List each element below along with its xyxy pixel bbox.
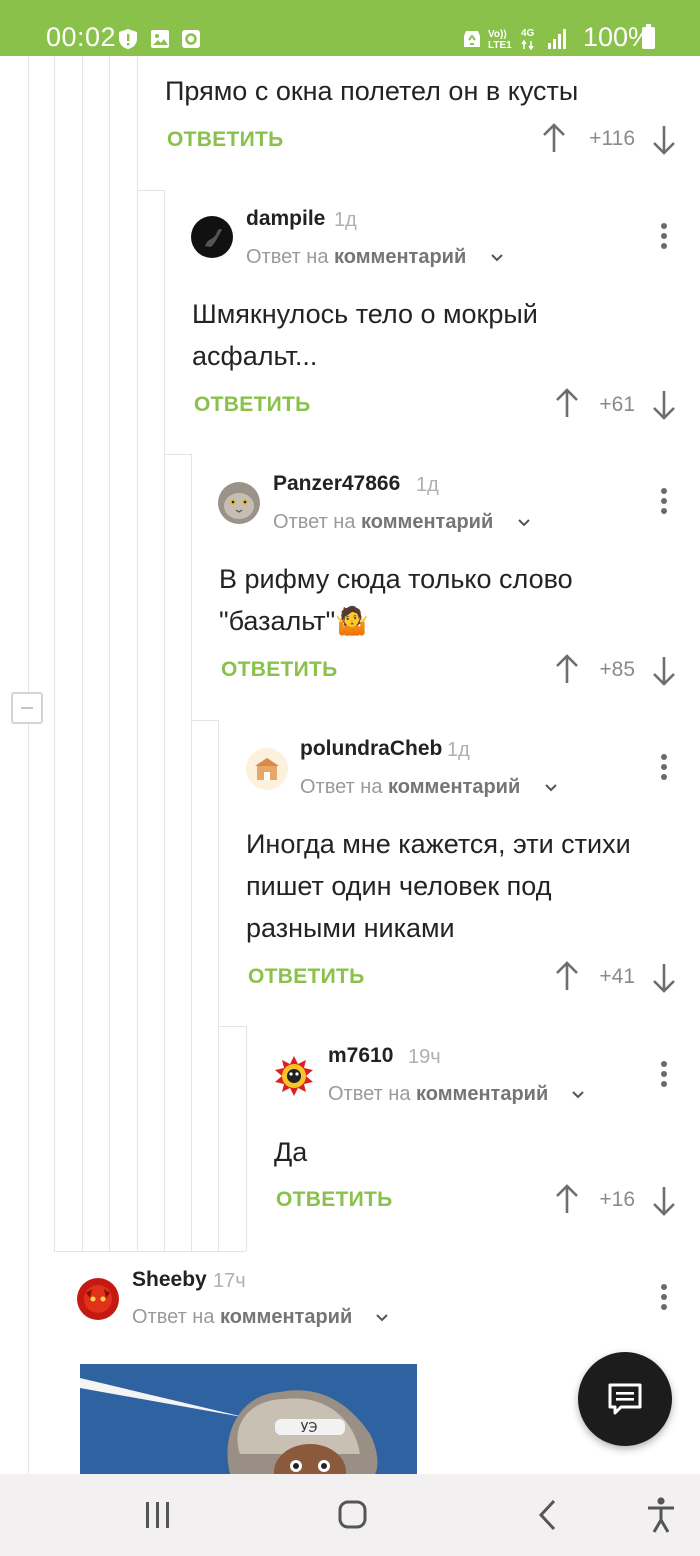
arrow-down-icon[interactable] <box>651 389 677 421</box>
comment-text: Прямо с окна полетел он в кусты <box>165 76 579 106</box>
reply-to-label[interactable]: Ответ на комментарий <box>132 1306 352 1329</box>
more-vert-icon[interactable] <box>654 221 674 251</box>
thread-line <box>246 1026 247 1251</box>
status-bar: 00:02 Vo)) LTE1 4G 100% <box>0 0 700 56</box>
more-vert-icon[interactable] <box>654 486 674 516</box>
system-nav-bar <box>0 1474 700 1556</box>
chevron-down-icon[interactable] <box>517 517 531 529</box>
thread-connector <box>191 720 219 721</box>
thread-line <box>28 56 29 1474</box>
comment-author[interactable]: Panzer47866 <box>273 472 400 496</box>
comment-author[interactable]: polundraCheb <box>300 737 442 761</box>
avatar[interactable] <box>218 482 260 524</box>
image-icon <box>151 30 169 48</box>
recycle-icon <box>464 31 480 47</box>
arrow-down-icon[interactable] <box>651 655 677 687</box>
signal-icon <box>548 29 566 49</box>
chevron-down-icon[interactable] <box>544 782 558 794</box>
thread-connector <box>218 1026 246 1027</box>
comment-text: Шмякнулось тело о мокрый асфальт... <box>192 299 538 371</box>
comments-thread: Прямо с окна полетел он в кусты ОТВЕТИТЬ… <box>0 56 700 1474</box>
thread-line <box>137 56 138 1251</box>
battery-icon <box>642 24 655 49</box>
comment-score: +61 <box>599 393 635 416</box>
avatar[interactable] <box>191 216 233 258</box>
reply-to-label[interactable]: Ответ на комментарий <box>246 246 466 269</box>
reply-to-label[interactable]: Ответ на комментарий <box>273 511 493 534</box>
thread-connector <box>54 1251 246 1252</box>
thread-connector <box>137 190 165 191</box>
comment-age: 17ч <box>213 1270 246 1292</box>
arrow-down-icon[interactable] <box>651 124 677 156</box>
comment-score: +16 <box>599 1188 635 1211</box>
chevron-down-icon[interactable] <box>375 1312 389 1324</box>
reply-button[interactable]: ОТВЕТИТЬ <box>248 965 365 989</box>
comment-text: Да <box>274 1137 308 1167</box>
comment-image[interactable]: УЭ <box>80 1364 417 1474</box>
reply-to-label[interactable]: Ответ на комментарий <box>328 1083 548 1106</box>
headband-text: УЭ <box>301 1421 318 1436</box>
thread-line <box>191 454 192 1251</box>
thread-line <box>164 190 165 1251</box>
more-vert-icon[interactable] <box>654 1282 674 1312</box>
back-icon[interactable] <box>523 1490 573 1540</box>
more-vert-icon[interactable] <box>654 1059 674 1089</box>
comment-author[interactable]: dampile <box>246 207 325 231</box>
chevron-down-icon[interactable] <box>490 252 504 264</box>
comment-score: +85 <box>599 658 635 681</box>
thread-line <box>82 56 83 1251</box>
comment-score: +116 <box>589 127 635 150</box>
avatar[interactable] <box>273 1055 315 1097</box>
comment-author[interactable]: m7610 <box>328 1044 393 1068</box>
collapse-thread-button[interactable] <box>11 692 43 724</box>
lte-label: LTE1 <box>488 40 512 51</box>
avatar[interactable] <box>246 748 288 790</box>
recents-icon[interactable] <box>132 1490 182 1540</box>
comment-age: 1д <box>416 474 439 496</box>
reply-button[interactable]: ОТВЕТИТЬ <box>194 393 311 417</box>
comment-age: 1д <box>334 209 357 231</box>
thread-line <box>218 720 219 1251</box>
reply-to-label[interactable]: Ответ на комментарий <box>300 776 520 799</box>
network-type: 4G <box>521 28 535 39</box>
status-time: 00:02 <box>46 22 117 52</box>
shield-icon <box>119 29 137 49</box>
avatar[interactable] <box>77 1278 119 1320</box>
thread-line <box>54 56 55 1251</box>
comment-age: 19ч <box>408 1046 441 1068</box>
arrow-up-icon[interactable] <box>541 122 567 154</box>
home-icon[interactable] <box>327 1490 377 1540</box>
comment-age: 1д <box>447 739 470 761</box>
app-icon <box>182 30 200 48</box>
comment-text: Иногда мне кажется, эти стихи пишет один… <box>246 829 631 943</box>
comment-fab-button[interactable] <box>578 1352 672 1446</box>
accessibility-icon[interactable] <box>636 1490 686 1540</box>
comment-author[interactable]: Sheeby <box>132 1268 207 1292</box>
more-vert-icon[interactable] <box>654 752 674 782</box>
arrow-down-icon[interactable] <box>651 962 677 994</box>
reply-button[interactable]: ОТВЕТИТЬ <box>276 1188 393 1212</box>
chevron-down-icon[interactable] <box>571 1089 585 1101</box>
data-arrows-icon <box>521 40 534 50</box>
comment-text: В рифму сюда только слово "базальт"🤷 <box>219 564 573 636</box>
reply-button[interactable]: ОТВЕТИТЬ <box>221 658 338 682</box>
comment-score: +41 <box>599 965 635 988</box>
comment-icon <box>608 1383 642 1415</box>
thread-connector <box>164 454 192 455</box>
volte-label: Vo)) <box>488 29 507 40</box>
arrow-down-icon[interactable] <box>651 1185 677 1217</box>
thread-line <box>109 56 110 1251</box>
reply-button[interactable]: ОТВЕТИТЬ <box>167 128 284 152</box>
